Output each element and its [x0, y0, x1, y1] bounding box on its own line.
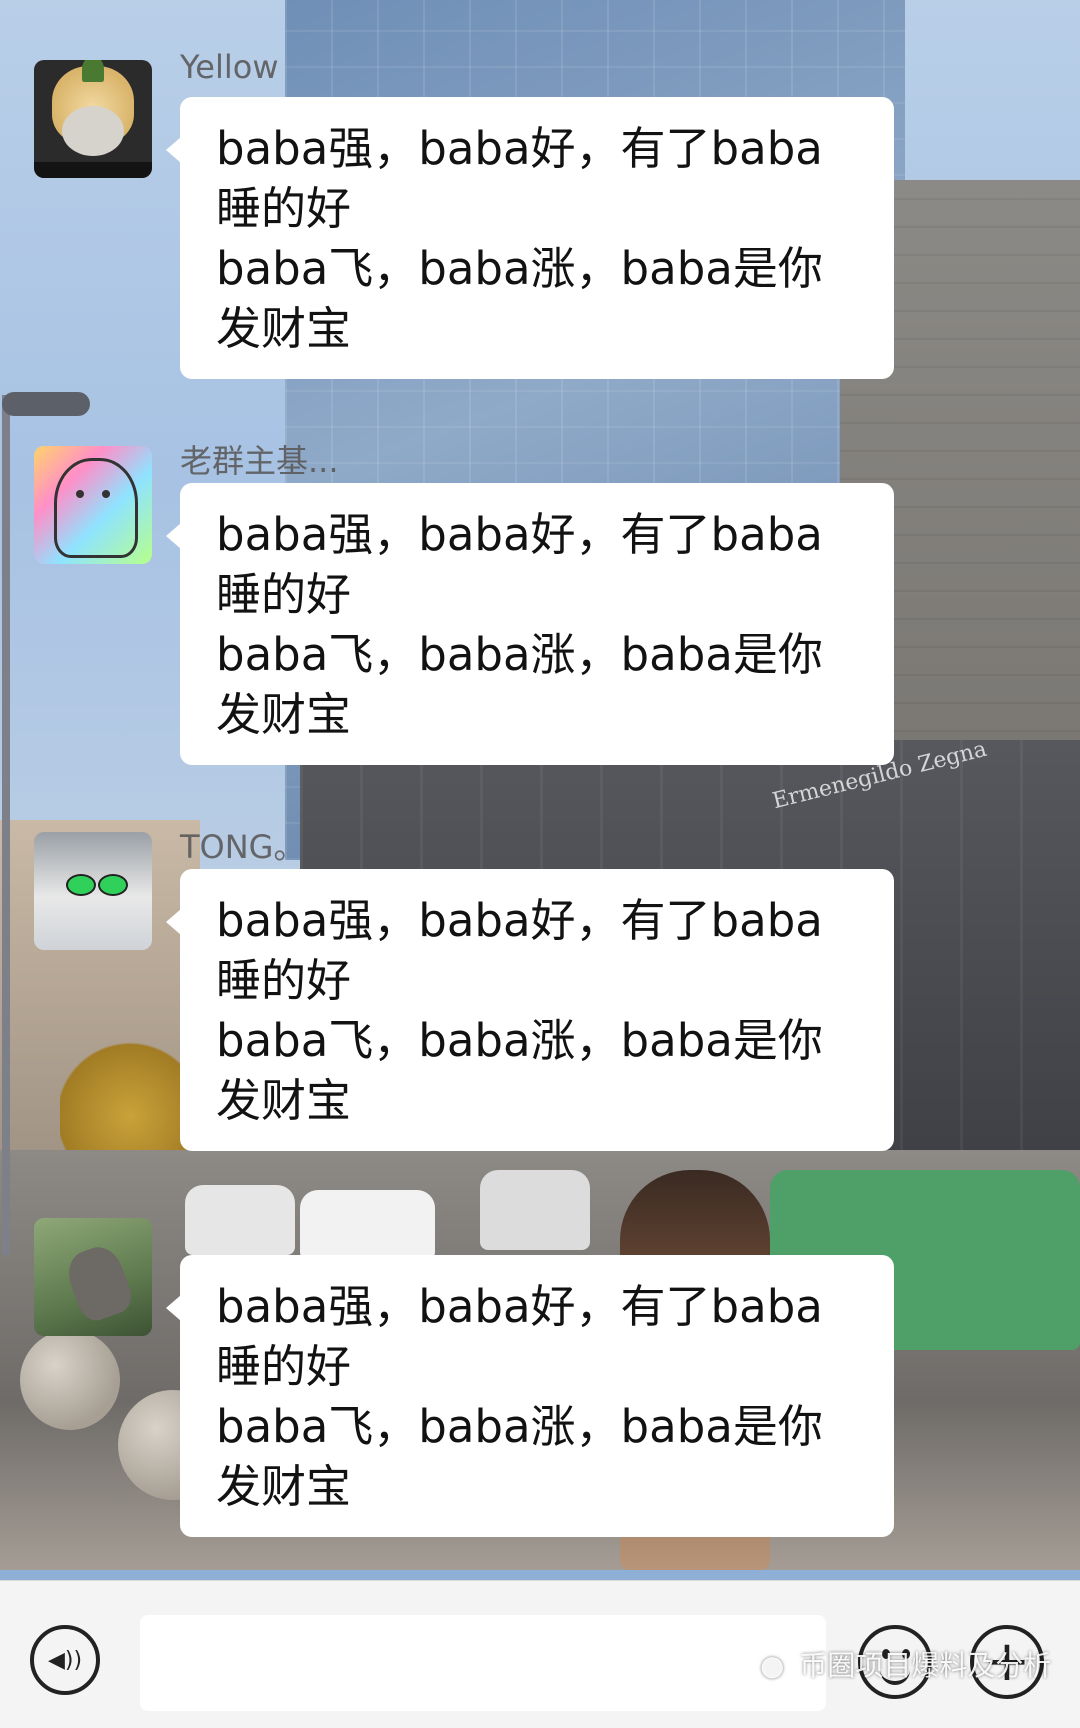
eye-icon [102, 490, 110, 498]
leaf-icon [82, 60, 104, 82]
avatar[interactable] [34, 1218, 152, 1336]
message-line: 发财宝 [216, 1074, 352, 1127]
message-bubble[interactable]: baba强，baba好，有了baba 睡的好 baba飞，baba涨，baba是… [166, 869, 894, 1151]
background-lamp-pole [2, 395, 10, 1255]
jumping-cat-icon [61, 1240, 137, 1326]
avatar[interactable] [34, 60, 152, 178]
message-line: baba强，baba好，有了baba [216, 1280, 823, 1333]
message-bubble[interactable]: baba强，baba好，有了baba 睡的好 baba飞，baba涨，baba是… [166, 97, 894, 379]
chat-screen: Ermenegildo Zegna Yellow baba强，baba好，有了b… [0, 0, 1080, 1728]
background-bollard [20, 1330, 120, 1430]
sender-name: 老群主基... [180, 442, 339, 480]
background-car [300, 1190, 435, 1260]
avatar-caption-strip [34, 162, 152, 178]
eye-icon [76, 490, 84, 498]
message-input[interactable] [140, 1615, 826, 1711]
message-line: 睡的好 [216, 1340, 352, 1393]
message-line: baba飞，baba涨，baba是你 [216, 1014, 823, 1067]
background-car [185, 1185, 295, 1255]
cat-face-icon [62, 106, 124, 156]
message-line: 睡的好 [216, 568, 352, 621]
voice-icon[interactable]: ◀)) [30, 1625, 100, 1695]
background-car [480, 1170, 590, 1250]
background-lamp-head [2, 392, 90, 416]
message-line: baba强，baba好，有了baba [216, 508, 823, 561]
blob-character-icon [54, 458, 138, 558]
message-line: baba飞，baba涨，baba是你 [216, 242, 823, 295]
watermark: ● 币圈项目爆料及分析 [760, 1644, 1051, 1684]
sunglasses-icon [98, 874, 128, 896]
message-bubble[interactable]: baba强，baba好，有了baba 睡的好 baba飞，baba涨，baba是… [166, 483, 894, 765]
message-line: 睡的好 [216, 954, 352, 1007]
message-line: baba飞，baba涨，baba是你 [216, 1400, 823, 1453]
wechat-official-icon: ● [760, 1649, 785, 1682]
sender-name: TONG。 [180, 828, 306, 866]
voice-glyph: ◀)) [47, 1647, 83, 1673]
message-line: baba强，baba好，有了baba [216, 122, 823, 175]
avatar[interactable] [34, 446, 152, 564]
message-line: 发财宝 [216, 1460, 352, 1513]
message-line: baba强，baba好，有了baba [216, 894, 823, 947]
sunglasses-icon [66, 874, 96, 896]
watermark-text: 币圈项目爆料及分析 [799, 1649, 1052, 1682]
message-line: baba飞，baba涨，baba是你 [216, 628, 823, 681]
message-line: 睡的好 [216, 182, 352, 235]
message-bubble[interactable]: baba强，baba好，有了baba 睡的好 baba飞，baba涨，baba是… [166, 1255, 894, 1537]
message-line: 发财宝 [216, 688, 352, 741]
avatar[interactable] [34, 832, 152, 950]
sender-name: Yellow [180, 48, 279, 86]
message-line: 发财宝 [216, 302, 352, 355]
